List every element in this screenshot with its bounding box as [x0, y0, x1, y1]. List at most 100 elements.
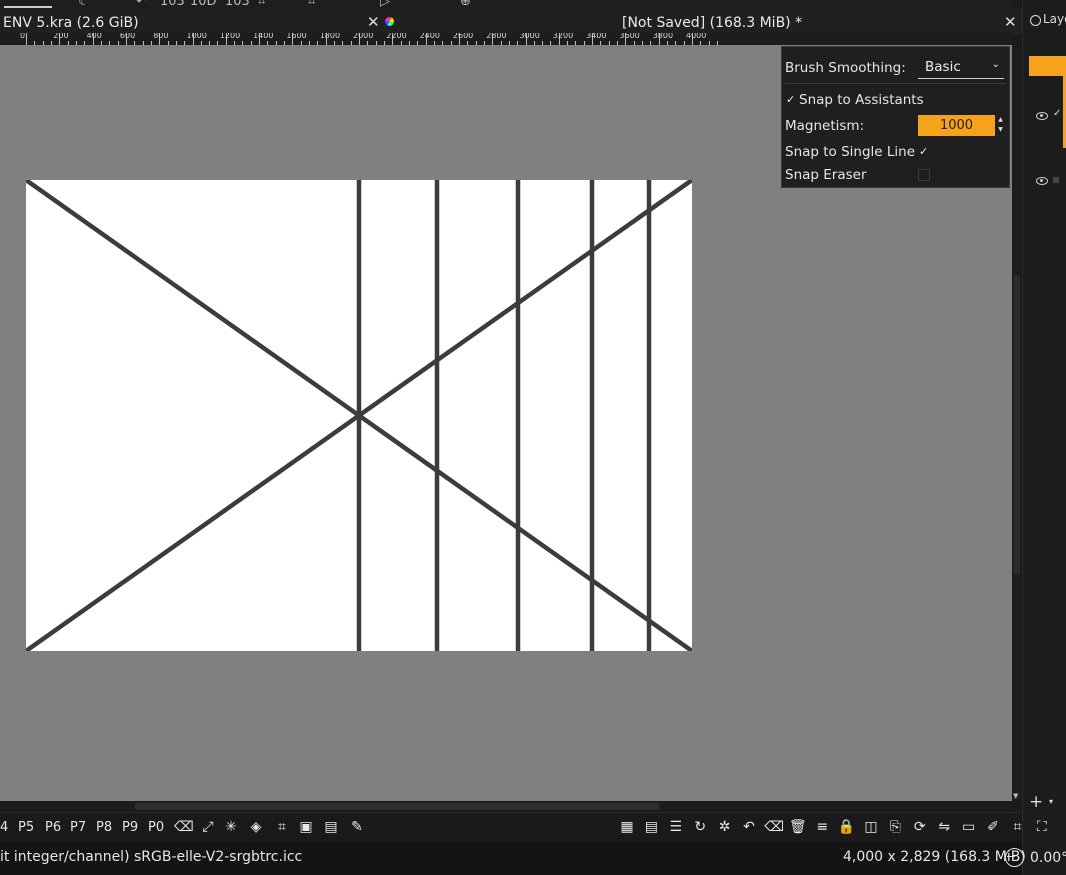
frame-icon[interactable]: ▣	[297, 818, 315, 836]
snap-single-line-checkbox[interactable]: ✓	[919, 146, 929, 157]
brush-preset-p5[interactable]: P5	[18, 820, 34, 835]
vertical-scroll-thumb[interactable]	[1014, 275, 1020, 575]
copy-icon[interactable]: ⎘	[886, 818, 904, 836]
brush-preset-p8[interactable]: P8	[96, 820, 112, 835]
crop-alt-icon[interactable]: ⌗	[1008, 818, 1026, 836]
rotation-dial-icon[interactable]	[1005, 848, 1024, 867]
ruler-label: 3000	[519, 33, 540, 40]
bottom-toolbar: 4 P5 P6 P7 P8 P9 P0 ⌫ ⤢ ✳ ◈ ⌗ ▣ ▤ ✎ ▦ ▤ ☰ ↻ ✲ ↶ ⌫ 🗑 ≡ 🔒 ◫ ⎘ ⟳ ⇋ ▭ ✐ ⌗ ⛶	[0, 812, 1047, 843]
delete-icon[interactable]: 🗑	[789, 818, 807, 836]
frame-alt-icon[interactable]: ⛶	[1033, 818, 1051, 836]
target-icon[interactable]: ⊕	[460, 0, 471, 8]
ruler-label: 3600	[619, 33, 640, 40]
mirror-icon[interactable]: ⇋	[935, 818, 953, 836]
ruler-label: 2800	[486, 33, 507, 40]
ruler-label: 3400	[586, 33, 607, 40]
redo-icon[interactable]: ↻	[691, 818, 709, 836]
visibility-eye-icon[interactable]	[1036, 112, 1048, 120]
document-tab-title[interactable]: ENV 5.kra (2.6 GiB)	[3, 15, 139, 31]
layers-panel-title[interactable]: Laye	[1043, 12, 1066, 26]
toolbar-clipped-label-2: 10D	[190, 0, 217, 8]
ruler-label: 1600	[286, 33, 307, 40]
magnetism-label: Magnetism:	[785, 118, 865, 134]
snap-assistants-label: Snap to Assistants	[799, 92, 924, 108]
scroll-down-icon[interactable]: ▼	[1013, 792, 1018, 800]
color-wheel-icon	[385, 17, 394, 26]
visibility-eye-icon[interactable]	[1036, 177, 1048, 185]
ruler-label: 2600	[452, 33, 474, 40]
rotation-value[interactable]: 0.00°	[1030, 850, 1066, 866]
document-close-icon[interactable]: ✕	[1004, 13, 1017, 31]
brush-smoothing-value: Basic	[925, 59, 961, 75]
folder-icon[interactable]: ▭	[960, 818, 978, 836]
horizontal-scrollbar[interactable]	[0, 801, 1012, 812]
grid-icon[interactable]: ▦	[618, 818, 636, 836]
ruler-label: 4000	[686, 33, 707, 40]
horizontal-scroll-thumb[interactable]	[135, 803, 659, 810]
brush-preset-p9[interactable]: P9	[122, 820, 138, 835]
snap-eraser-label: Snap Eraser	[785, 167, 867, 183]
status-bar: it integer/channel) sRGB-elle-V2-srgbtrc…	[0, 842, 1026, 875]
ruler-label: 2000	[353, 33, 374, 40]
lock-icon[interactable]: 🔒	[838, 818, 856, 836]
ruler-label: 1800	[319, 33, 341, 40]
settings-icon[interactable]: ✲	[716, 818, 734, 836]
perspective-assistant-lines	[24, 178, 694, 653]
magic-wand-icon[interactable]: ✳	[222, 818, 240, 836]
snap-eraser-checkbox[interactable]	[918, 169, 930, 181]
image-dimensions-status[interactable]: 4,000 x 2,829 (168.3 MiB)	[843, 849, 1026, 865]
gradient-icon[interactable]: ▤	[322, 818, 340, 836]
selected-layer-highlight[interactable]	[1029, 56, 1066, 76]
list-icon[interactable]: ☰	[667, 818, 685, 836]
layers-icon[interactable]: ◫	[862, 818, 880, 836]
grid-alt-icon[interactable]: ▤	[642, 818, 660, 836]
magnetism-input[interactable]: 1000	[918, 115, 995, 136]
ruler-label: 1400	[253, 33, 274, 40]
vertical-scrollbar[interactable]	[1012, 45, 1022, 801]
artboard[interactable]	[24, 178, 694, 653]
brush-preset-p0[interactable]: P0	[148, 820, 164, 835]
tab-close-icon[interactable]: ✕	[367, 13, 380, 31]
transform-icon[interactable]: ⤢	[199, 818, 217, 836]
chevron-down-icon: ⌄	[991, 59, 1000, 70]
layer-check-icon[interactable]: ✓	[1053, 108, 1061, 119]
undo-icon[interactable]: ↶	[136, 0, 147, 8]
toolbar-clipped-label-1: 103	[160, 0, 185, 8]
brush-preset-4[interactable]: 4	[0, 820, 8, 835]
snap-assistants-checkbox[interactable]: ✓	[786, 94, 796, 105]
add-layer-icon[interactable]: +	[1029, 792, 1043, 812]
ruler-label: 1000	[186, 33, 207, 40]
ruler-label: 400	[86, 33, 102, 40]
clear-icon[interactable]: ⌫	[764, 818, 784, 836]
ruler-label: 0	[20, 33, 26, 40]
ruler-label: 200	[53, 33, 69, 40]
brush-preset-p6[interactable]: P6	[45, 820, 61, 835]
frame-icon[interactable]: ⌗	[258, 0, 265, 8]
document-status: [Not Saved] (168.3 MiB) *	[622, 15, 803, 31]
pencil-icon[interactable]: ✐	[984, 818, 1002, 836]
top-toolbar: ☾ ↶ 103 10D 103 ⌗ ⌗ ▷ ⊕	[0, 0, 1012, 8]
crop-icon[interactable]: ⌗	[308, 0, 315, 8]
chevron-down-icon[interactable]: ▾	[1049, 797, 1053, 806]
horizontal-ruler[interactable]: 0 200 400 600 800 1000 1200 1400 1600 1800 2000 220…	[0, 33, 1012, 45]
color-profile-status[interactable]: it integer/channel) sRGB-elle-V2-srgbtrc…	[0, 849, 302, 865]
menu-icon[interactable]: ≡	[813, 818, 831, 836]
fill-icon[interactable]: ◈	[247, 818, 265, 836]
ruler-label: 2400	[419, 33, 440, 40]
toolbar-clipped-label-3: 103	[225, 0, 250, 8]
document-tab-bar: ENV 5.kra (2.6 GiB) ✕ [Not Saved] (168.3…	[0, 8, 1022, 34]
moon-icon[interactable]: ☾	[78, 0, 90, 8]
layers-panel-icon	[1030, 15, 1041, 26]
magnetism-spinner[interactable]: ▲ ▼	[996, 115, 1005, 136]
crop-icon[interactable]: ⌗	[273, 818, 291, 836]
ruler-label: 600	[119, 33, 136, 40]
snap-single-line-label: Snap to Single Line	[785, 144, 916, 160]
brush-preset-p7[interactable]: P7	[70, 820, 86, 835]
play-icon[interactable]: ▷	[380, 0, 390, 8]
refresh-icon[interactable]: ⟳	[911, 818, 929, 836]
brush-icon[interactable]: ✎	[348, 818, 366, 836]
eraser-icon[interactable]: ⌫	[174, 818, 194, 836]
undo-icon[interactable]: ↶	[740, 818, 758, 836]
ruler-label: 3800	[652, 33, 674, 40]
brush-smoothing-select[interactable]: Basic ⌄	[918, 56, 1004, 79]
